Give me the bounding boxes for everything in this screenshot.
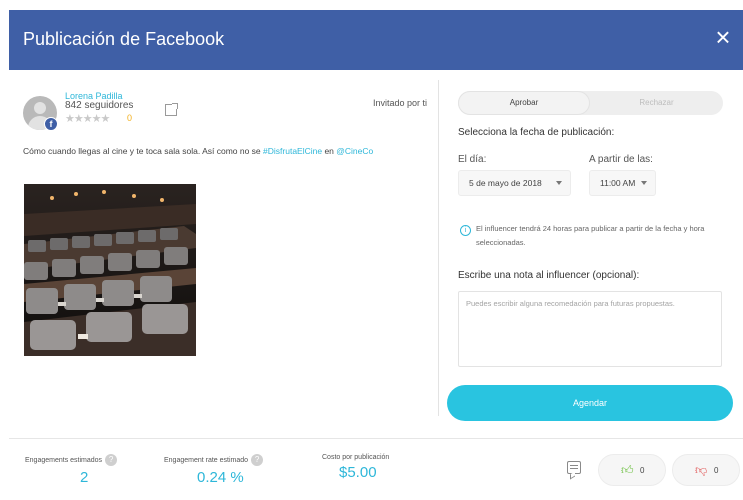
thumbs-up-icon: 👍︎ bbox=[621, 463, 634, 477]
time-label: A partir de las: bbox=[589, 154, 653, 165]
schedule-button[interactable]: Agendar bbox=[447, 385, 733, 421]
thumbs-down-icon: 👎︎ bbox=[695, 463, 708, 477]
metric-engagement-rate-value: 0.24 % bbox=[197, 469, 244, 486]
metric-cost-value: $5.00 bbox=[339, 464, 377, 481]
publish-date-heading: Selecciona la fecha de publicación: bbox=[458, 127, 615, 138]
time-select-value: 11:00 AM bbox=[600, 178, 636, 188]
metric-engagements: Engagements estimados? 2 bbox=[25, 454, 118, 486]
modal-title: Publicación de Facebook bbox=[23, 29, 225, 49]
close-button[interactable]: × bbox=[709, 24, 737, 52]
facebook-icon: f bbox=[44, 117, 58, 131]
approve-tab[interactable]: Aprobar bbox=[458, 91, 590, 115]
reject-tab[interactable]: Rechazar bbox=[590, 91, 723, 115]
post-image bbox=[24, 184, 196, 356]
post-text-body: Cómo cuando llegas al cine y te toca sal… bbox=[23, 146, 264, 156]
invited-label: Invitado por ti bbox=[372, 98, 427, 108]
user-followers: 842 seguidores bbox=[65, 100, 134, 111]
dislike-count: 0 bbox=[714, 466, 719, 475]
footer-divider bbox=[9, 438, 743, 439]
info-icon: i bbox=[460, 225, 471, 236]
post-text-connector: en bbox=[322, 146, 337, 156]
time-select[interactable]: 11:00 AM bbox=[589, 170, 656, 196]
approval-panel: Aprobar Rechazar Selecciona la fecha de … bbox=[447, 80, 737, 425]
comment-icon[interactable] bbox=[567, 461, 581, 474]
like-count: 0 bbox=[640, 466, 645, 475]
help-icon[interactable]: ? bbox=[251, 454, 264, 466]
dislike-button[interactable]: 👎︎ 0 bbox=[672, 454, 740, 486]
post-hashtag[interactable]: #DisfrutaElCine bbox=[263, 146, 322, 156]
day-label: El día: bbox=[458, 154, 487, 165]
panel-divider bbox=[438, 80, 439, 416]
note-textarea[interactable] bbox=[458, 291, 722, 367]
help-icon[interactable]: ? bbox=[105, 454, 118, 466]
modal-header: Publicación de Facebook × bbox=[9, 10, 743, 70]
metric-engagement-rate: Engagement rate estimado? 0.24 % bbox=[164, 454, 264, 486]
rating-stars-icon: ★★★★★ bbox=[65, 113, 110, 125]
approve-reject-toggle: Aprobar Rechazar bbox=[458, 91, 723, 115]
chevron-down-icon bbox=[641, 181, 647, 185]
post-text: Cómo cuando llegas al cine y te toca sal… bbox=[23, 144, 423, 159]
day-select[interactable]: 5 de mayo de 2018 bbox=[458, 170, 571, 196]
metric-cost: Costo por publicación $5.00 bbox=[322, 454, 389, 481]
metric-engagement-rate-label: Engagement rate estimado bbox=[164, 456, 249, 464]
metric-engagements-value: 2 bbox=[80, 469, 89, 486]
external-link-icon[interactable] bbox=[165, 103, 178, 116]
info-text: El influencer tendrá 24 horas para publi… bbox=[476, 224, 705, 247]
chevron-down-icon bbox=[556, 181, 562, 185]
metric-engagements-label: Engagements estimados bbox=[25, 456, 103, 464]
day-select-value: 5 de mayo de 2018 bbox=[469, 178, 542, 188]
post-panel: f Lorena Padilla 842 seguidores ★★★★★ 0 … bbox=[9, 80, 437, 418]
avatar-head bbox=[34, 102, 46, 114]
cinema-seats-image bbox=[24, 184, 196, 356]
note-label: Escribe una nota al influencer (opcional… bbox=[458, 270, 640, 281]
rating-count: 0 bbox=[127, 113, 133, 123]
post-mention[interactable]: @CineCo bbox=[336, 146, 373, 156]
metric-cost-label: Costo por publicación bbox=[322, 454, 390, 461]
like-button[interactable]: 👍︎ 0 bbox=[598, 454, 666, 486]
